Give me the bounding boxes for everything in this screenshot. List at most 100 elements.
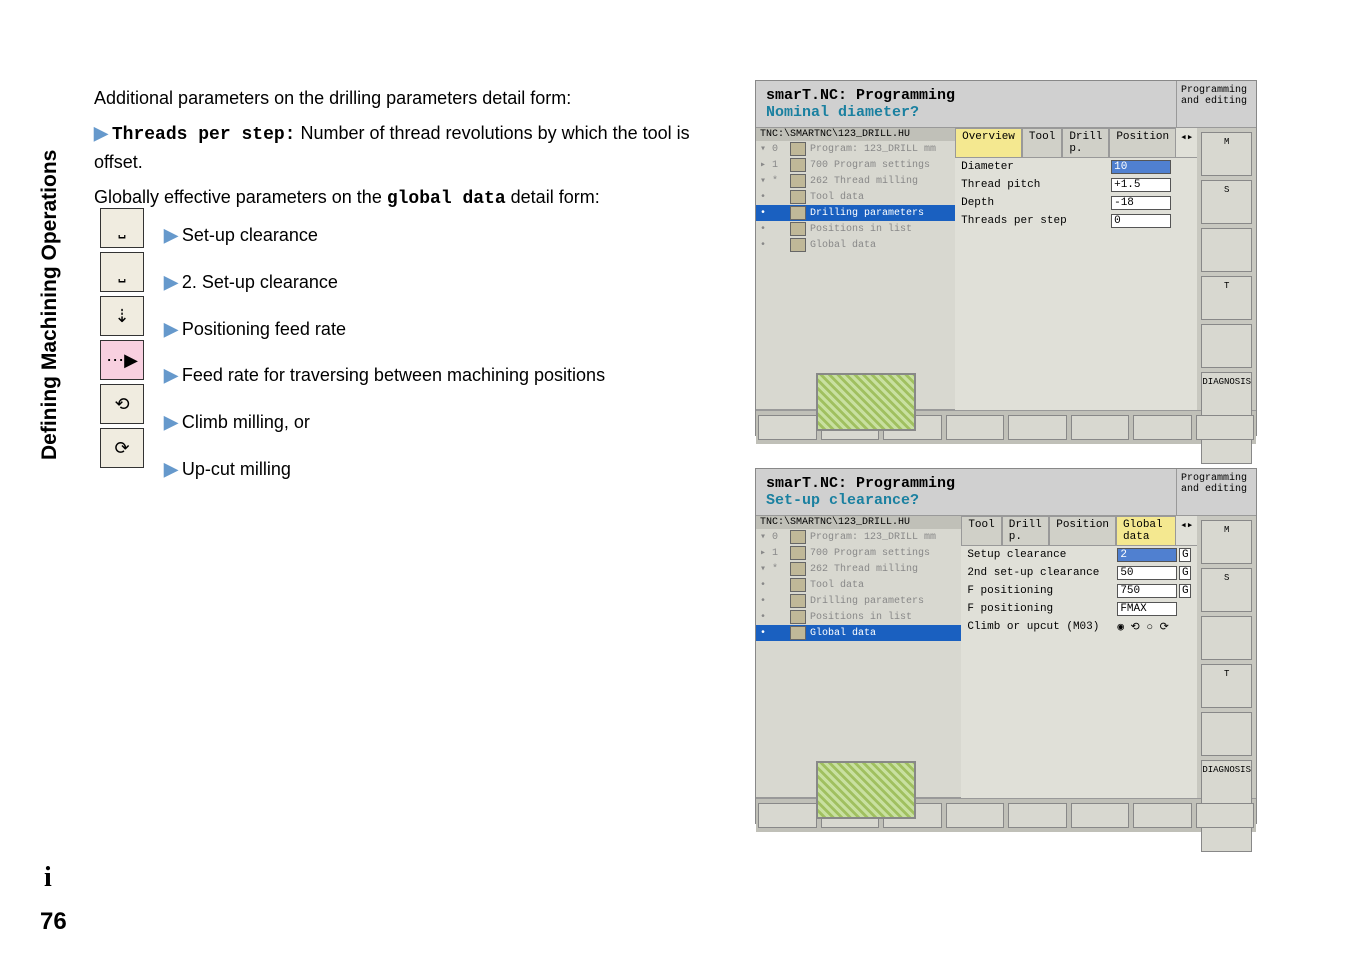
arrow-icon: ▶	[164, 319, 178, 339]
tab[interactable]: Drill p.	[1002, 516, 1049, 545]
positioning-feed-icon: ⇣	[100, 296, 144, 336]
tree-item[interactable]: ▾ *262 Thread milling	[756, 561, 961, 577]
param-item: ▶Climb milling, or	[164, 399, 605, 446]
side-button[interactable]	[1201, 712, 1252, 756]
side-button[interactable]: DIAGNOSIS	[1201, 760, 1252, 804]
softkey[interactable]	[1133, 803, 1192, 828]
field-value[interactable]: 750	[1117, 584, 1177, 598]
threads-per-step-line: ▶Threads per step: Number of thread revo…	[94, 120, 734, 176]
info-icon: i	[44, 862, 52, 894]
setup-clearance-icon: ⎵	[100, 208, 144, 248]
ss2-preview	[816, 761, 916, 819]
ss1-preview	[816, 373, 916, 431]
tree-item[interactable]: •Drilling parameters	[756, 593, 961, 609]
softkey[interactable]	[1008, 415, 1067, 440]
side-button[interactable]: S	[1201, 180, 1252, 224]
tree-item[interactable]: •Drilling parameters	[756, 205, 955, 221]
side-button[interactable]: T	[1201, 664, 1252, 708]
tree-item[interactable]: ▾ *262 Thread milling	[756, 173, 955, 189]
field-value[interactable]: 10	[1111, 160, 1171, 174]
field-row: F positioningFMAX	[961, 600, 1197, 618]
softkey[interactable]	[1196, 415, 1255, 440]
second-setup-clearance-icon: ⎵	[100, 252, 144, 292]
tree-item-icon	[790, 158, 806, 172]
global-flag[interactable]: G	[1179, 566, 1191, 580]
screenshot-setup-clearance: smarT.NC: Programming Set-up clearance? …	[755, 468, 1257, 824]
tree-item-icon	[790, 530, 806, 544]
softkey[interactable]	[758, 803, 817, 828]
ss2-titlebar: smarT.NC: Programming Set-up clearance? …	[756, 469, 1256, 516]
softkey[interactable]	[946, 803, 1005, 828]
traverse-feed-icon: ⋯▶	[100, 340, 144, 380]
ss1-path: TNC:\SMARTNC\123_DRILL.HU	[756, 128, 955, 141]
param-item: ▶Up-cut milling	[164, 446, 605, 493]
field-row: Setup clearance2G	[961, 546, 1197, 564]
sidebar-title: Defining Machining Operations	[38, 150, 62, 460]
intro-line: Additional parameters on the drilling pa…	[94, 85, 734, 112]
softkey[interactable]	[1133, 415, 1192, 440]
field-label: Climb or upcut (M03)	[967, 621, 1117, 633]
field-value[interactable]: +1.5	[1111, 178, 1171, 192]
tree-item-icon	[790, 546, 806, 560]
field-value[interactable]: -18	[1111, 196, 1171, 210]
tab[interactable]: Overview	[955, 128, 1022, 157]
tab[interactable]: Position	[1049, 516, 1116, 545]
ss2-sidebar: MSTDIAGNOSISINFO 1/3	[1197, 516, 1256, 798]
global-flag[interactable]: G	[1179, 584, 1191, 598]
arrow-icon: ▶	[164, 225, 178, 245]
tree-item-icon	[790, 222, 806, 236]
tree-item-icon	[790, 626, 806, 640]
softkey[interactable]	[1196, 803, 1255, 828]
side-button[interactable]: M	[1201, 520, 1252, 564]
arrow-icon: ▶	[164, 459, 178, 479]
side-button[interactable]: DIAGNOSIS	[1201, 372, 1252, 416]
field-value[interactable]: 0	[1111, 214, 1171, 228]
softkey[interactable]	[1008, 803, 1067, 828]
tab[interactable]: Tool	[1022, 128, 1062, 157]
tree-item[interactable]: ▾ 0Program: 123_DRILL mm	[756, 529, 961, 545]
tree-item[interactable]: •Tool data	[756, 577, 961, 593]
tree-item[interactable]: •Global data	[756, 237, 955, 253]
field-value[interactable]: 50	[1117, 566, 1177, 580]
arrow-icon: ▶	[164, 272, 178, 292]
ss2-title-line1: smarT.NC: Programming	[766, 475, 955, 492]
tab-scroll-icon[interactable]: ◂▸	[1176, 128, 1197, 157]
field-row: F positioning750G	[961, 582, 1197, 600]
ss1-tabs: OverviewToolDrill p.Position◂▸	[955, 128, 1197, 158]
side-button[interactable]	[1201, 324, 1252, 368]
field-label: F positioning	[967, 585, 1117, 597]
softkey[interactable]	[758, 415, 817, 440]
softkey[interactable]	[1071, 803, 1130, 828]
side-button[interactable]: M	[1201, 132, 1252, 176]
global-data-tt: global data	[387, 189, 506, 209]
field-label: F positioning	[967, 603, 1117, 615]
tree-item-icon	[790, 562, 806, 576]
softkey[interactable]	[1071, 415, 1130, 440]
field-value[interactable]: FMAX	[1117, 602, 1177, 616]
tab[interactable]: Drill p.	[1062, 128, 1109, 157]
radio-group[interactable]: ◉ ⟲ ○ ⟳	[1117, 620, 1168, 634]
global-flag[interactable]: G	[1179, 548, 1191, 562]
side-button[interactable]: T	[1201, 276, 1252, 320]
field-value[interactable]: 2	[1117, 548, 1177, 562]
tree-item[interactable]: ▸ 1700 Program settings	[756, 157, 955, 173]
side-button[interactable]	[1201, 616, 1252, 660]
param-item: ▶Positioning feed rate	[164, 306, 605, 353]
screenshot-nominal-diameter: smarT.NC: Programming Nominal diameter? …	[755, 80, 1257, 436]
tree-item[interactable]: •Tool data	[756, 189, 955, 205]
tree-item[interactable]: •Positions in list	[756, 609, 961, 625]
field-label: Diameter	[961, 161, 1111, 173]
tree-item[interactable]: ▾ 0Program: 123_DRILL mm	[756, 141, 955, 157]
tab[interactable]: Tool	[961, 516, 1001, 545]
tree-item[interactable]: ▸ 1700 Program settings	[756, 545, 961, 561]
side-button[interactable]: S	[1201, 568, 1252, 612]
tab[interactable]: Position	[1109, 128, 1176, 157]
softkey[interactable]	[946, 415, 1005, 440]
tab[interactable]: Global data	[1116, 516, 1176, 545]
tree-item-icon	[790, 578, 806, 592]
field-label: Threads per step	[961, 215, 1111, 227]
tree-item[interactable]: •Positions in list	[756, 221, 955, 237]
tree-item[interactable]: •Global data	[756, 625, 961, 641]
tab-scroll-icon[interactable]: ◂▸	[1176, 516, 1197, 545]
side-button[interactable]	[1201, 228, 1252, 272]
